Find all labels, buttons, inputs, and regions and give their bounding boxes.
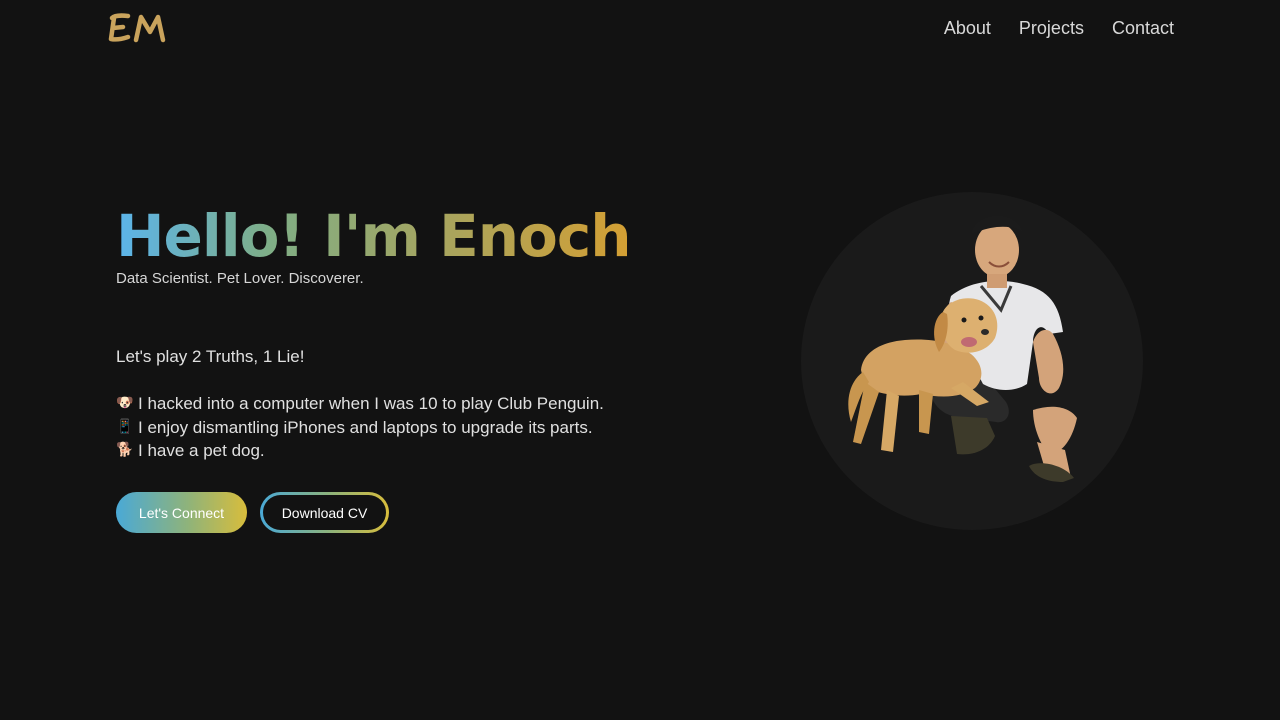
fact-text: I have a pet dog. [138, 441, 265, 460]
fact-item: 📱 I enjoy dismantling iPhones and laptop… [116, 416, 604, 440]
download-cv-button[interactable]: Download CV [260, 492, 389, 533]
portfolio-page: About Projects Contact Hello! I'm Enoch … [0, 0, 1280, 720]
hero-subtitle: Data Scientist. Pet Lover. Discoverer. [116, 270, 364, 287]
nav-contact-link[interactable]: Contact [1112, 17, 1174, 39]
download-cv-label: Download CV [263, 495, 386, 530]
dog-icon: 🐕 [116, 442, 134, 458]
fact-text: I enjoy dismantling iPhones and laptops … [138, 417, 593, 437]
fact-item: 🐕 I have a pet dog. [116, 439, 604, 463]
nav-projects-link[interactable]: Projects [1019, 17, 1084, 39]
phone-icon: 📱 [116, 418, 134, 435]
facts-list: 🐶 I hacked into a computer when I was 10… [116, 392, 604, 463]
game-intro: Let's play 2 Truths, 1 Lie! [116, 347, 305, 366]
lets-connect-button[interactable]: Let's Connect [116, 492, 247, 533]
nav-about-link[interactable]: About [944, 17, 991, 39]
logo[interactable] [106, 10, 172, 46]
fact-item: 🐶 I hacked into a computer when I was 10… [116, 392, 604, 416]
profile-photo [848, 215, 1077, 482]
main-nav: About Projects Contact [944, 17, 1174, 39]
fact-text: I hacked into a computer when I was 10 t… [138, 394, 604, 413]
dog-face-icon: 🐶 [116, 395, 134, 411]
hero-title: Hello! I'm Enoch [116, 202, 632, 270]
